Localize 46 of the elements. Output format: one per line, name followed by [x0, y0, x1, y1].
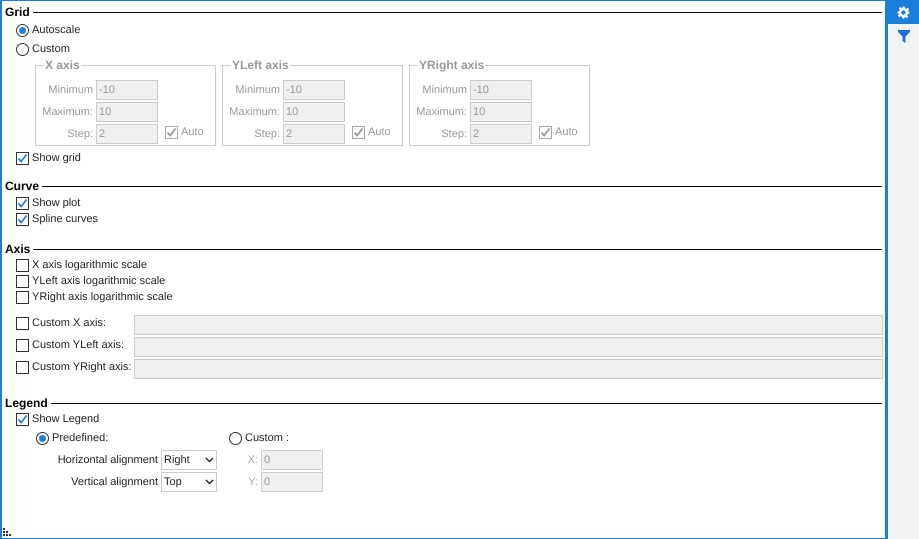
settings-button[interactable] — [888, 0, 919, 24]
section-title: Axis — [5, 241, 30, 258]
check-icon — [540, 126, 551, 138]
dropdown[interactable]: Right — [161, 450, 217, 470]
funnel-icon — [898, 30, 910, 42]
group-title: YLeft axis — [231, 57, 290, 74]
field-label: Maximum: — [228, 104, 281, 120]
field-label: Maximum: — [415, 104, 468, 120]
dropdown[interactable]: Top — [161, 472, 217, 492]
radio-button[interactable]: Autoscale — [16, 21, 80, 40]
gear-icon — [897, 6, 910, 18]
field-label: Horizontal alignment — [56, 452, 159, 468]
field-label: Minimum — [421, 82, 468, 98]
check-icon — [166, 126, 177, 138]
check-icon — [17, 414, 28, 424]
chevron-down-icon — [205, 457, 214, 463]
group-title: X axis — [44, 57, 81, 74]
group-title: YRight axis — [418, 57, 486, 74]
field-label: Step: — [66, 126, 94, 142]
radio-button[interactable]: Custom : — [229, 429, 290, 448]
field-label: Y: — [247, 474, 259, 490]
section-title: Curve — [5, 178, 40, 195]
radio-button[interactable]: Predefined: — [36, 429, 108, 448]
section-title: Grid — [5, 4, 30, 21]
chevron-down-icon — [205, 479, 214, 485]
field-label: Step: — [440, 126, 468, 142]
field-label: X: — [246, 452, 259, 468]
checkbox[interactable]: Show plot — [16, 195, 80, 211]
section-title: Legend — [5, 395, 48, 412]
radio-button[interactable]: Custom — [16, 40, 70, 59]
field-label: Vertical alignment — [70, 474, 159, 490]
checkbox[interactable]: Spline curves — [16, 211, 98, 227]
check-icon — [17, 152, 28, 164]
check-icon — [17, 214, 28, 224]
field-label: Minimum — [47, 82, 94, 98]
field-label: Minimum — [234, 82, 281, 98]
check-icon — [17, 198, 28, 208]
checkbox[interactable]: Show Legend — [16, 411, 885, 427]
size-grip-icon[interactable] — [3, 528, 12, 537]
field-label: Step: — [253, 126, 281, 142]
checkbox[interactable]: YLeft axis logarithmic scale — [16, 273, 166, 289]
checkbox[interactable]: YRight axis logarithmic scale — [16, 289, 173, 305]
field-label: Maximum: — [41, 104, 94, 120]
check-icon — [353, 126, 364, 138]
checkbox[interactable]: X axis logarithmic scale — [16, 257, 147, 273]
checkbox[interactable]: Show grid — [16, 150, 885, 166]
